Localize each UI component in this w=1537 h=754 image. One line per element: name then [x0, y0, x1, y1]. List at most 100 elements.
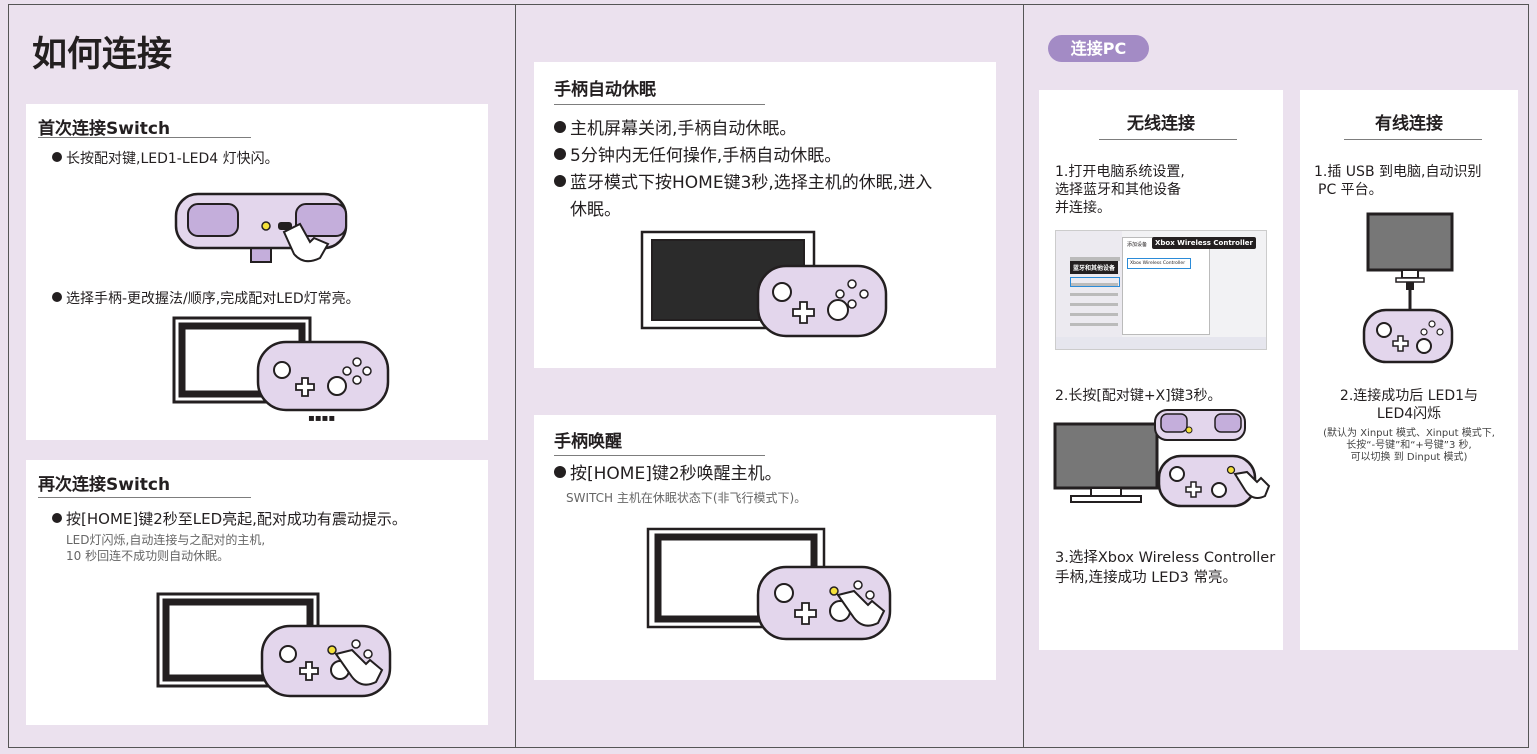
- wireless-heading: 无线连接: [1127, 114, 1195, 134]
- sleep-tv-controller-illustration: [640, 230, 888, 338]
- wired-card: 有线连接 1.插 USB 到电脑,自动识别 PC 平台。 2.连接成功后 LED…: [1300, 90, 1518, 650]
- wireless-step2: 2.长按[配对键+X]键3秒。: [1055, 388, 1222, 404]
- step-text: 长按配对键,LED1-LED4 灯快闪。: [66, 151, 279, 167]
- x-button-icon: [1226, 465, 1236, 475]
- column-divider-2: [1023, 4, 1024, 748]
- first-connect-step1: 长按配对键,LED1-LED4 灯快闪。: [52, 149, 279, 169]
- auto-sleep-card: 手柄自动休眠 主机屏幕关闭,手柄自动休眠。 5分钟内无任何操作,手柄自动休眠。 …: [534, 62, 996, 368]
- heading-rule: [38, 137, 251, 138]
- reconnect-step1: 按[HOME]键2秒至LED亮起,配对成功有震动提示。: [52, 508, 407, 529]
- sidebar-line: [1070, 303, 1118, 306]
- step-text: 1.打开电脑系统设置,: [1055, 164, 1185, 180]
- reconnect-note-2: 10 秒回连不成功则自动休眠。: [66, 549, 230, 563]
- pc-monitor-controller-illustration: [1053, 409, 1271, 508]
- face-button-icon: [835, 289, 845, 299]
- heading-rule: [554, 104, 765, 105]
- reconnect-heading: 再次连接Switch: [38, 475, 171, 495]
- face-button-icon: [847, 299, 857, 309]
- face-button-icon: [1428, 320, 1436, 328]
- bluetooth-settings-label: 蓝牙和其他设备: [1070, 261, 1119, 274]
- sidebar-line: [1070, 293, 1118, 296]
- wake-tv-controller-illustration: [646, 527, 892, 641]
- wired-step2: 2.连接成功后 LED1与 LED4闪烁: [1300, 387, 1518, 423]
- heading-rule: [554, 455, 765, 456]
- face-button-icon: [342, 366, 352, 376]
- home-button-icon: [327, 645, 337, 655]
- wired-heading: 有线连接: [1375, 114, 1443, 134]
- windows-settings-screenshot: 添加设备 Xbox Wireless Controller Xbox Wirel…: [1055, 230, 1267, 350]
- controller-top-view-illustration: [174, 192, 348, 263]
- item-text: 主机屏幕关闭,手柄自动休眠。: [570, 119, 797, 139]
- wired-note: (默认为 Xinput 模式、Xinput 模式下, 长按“-号键”和“+号键”…: [1300, 428, 1518, 464]
- wireless-step1: 1.打开电脑系统设置, 选择蓝牙和其他设备 并连接。: [1055, 163, 1185, 217]
- first-connect-step2: 选择手柄-更改握法/顺序,完成配对LED灯常亮。: [52, 289, 360, 309]
- note-text: (默认为 Xinput 模式、Xinput 模式下,: [1323, 428, 1495, 439]
- home-button-icon: [829, 586, 839, 596]
- controller-body: [756, 264, 888, 338]
- pc-monitor: [1366, 212, 1454, 272]
- shoulder-button: [1214, 413, 1242, 433]
- bullet-icon: [52, 292, 62, 302]
- monitor-stand: [1401, 269, 1419, 279]
- step-text: 并连接。: [1055, 200, 1111, 216]
- wake-card: 手柄唤醒 按[HOME]键2秒唤醒主机。 SWITCH 主机在休眠状态下(非飞行…: [534, 415, 996, 680]
- wake-item1: 按[HOME]键2秒唤醒主机。: [554, 461, 782, 488]
- reconnect-card: 再次连接Switch 按[HOME]键2秒至LED亮起,配对成功有震动提示。 L…: [26, 460, 488, 725]
- usb-plug-icon: [1406, 282, 1414, 290]
- face-button-icon: [362, 366, 372, 376]
- auto-sleep-item2: 5分钟内无任何操作,手柄自动休眠。: [554, 143, 841, 170]
- step-text: 按[HOME]键2秒至LED亮起,配对成功有震动提示。: [66, 510, 407, 528]
- wake-heading: 手柄唤醒: [554, 432, 622, 452]
- shoulder-button: [1160, 413, 1188, 433]
- face-button-icon: [352, 357, 362, 367]
- first-connect-card: 首次连接Switch 长按配对键,LED1-LED4 灯快闪。 选择手柄-更改握…: [26, 104, 488, 440]
- face-button-icon: [363, 649, 373, 659]
- face-button-icon: [352, 375, 362, 385]
- face-button-icon: [847, 279, 857, 289]
- left-stick-icon: [279, 645, 297, 663]
- taskbar: [1056, 337, 1266, 349]
- auto-sleep-heading: 手柄自动休眠: [554, 80, 656, 100]
- heading-rule: [1099, 139, 1237, 140]
- wireless-step3: 3.选择Xbox Wireless Controller 手柄,连接成功 LED…: [1055, 548, 1275, 588]
- face-button-icon: [853, 580, 863, 590]
- item-text: 蓝牙模式下按HOME键3秒,选择主机的休眠,进入: [570, 173, 933, 193]
- face-button-icon: [865, 590, 875, 600]
- wireless-card: 无线连接 1.打开电脑系统设置, 选择蓝牙和其他设备 并连接。 添加设备 Xbo…: [1039, 90, 1283, 650]
- left-stick-icon: [772, 282, 792, 302]
- auto-sleep-item1: 主机屏幕关闭,手柄自动休眠。: [554, 116, 796, 143]
- controller-body: [1362, 308, 1454, 364]
- note-text: 可以切换 到 Dinput 模式): [1350, 452, 1468, 463]
- auto-sleep-item3: 蓝牙模式下按HOME键3秒,选择主机的休眠,进入: [554, 170, 932, 197]
- page-title: 如何连接: [32, 35, 173, 75]
- step-text: 选择蓝牙和其他设备: [1055, 182, 1181, 198]
- pc-monitor: [1053, 422, 1159, 490]
- column-divider-1: [515, 4, 516, 748]
- bullet-icon: [52, 513, 62, 523]
- pairing-button-icon: [1185, 426, 1193, 434]
- auto-sleep-item3-cont: 休眠。: [570, 200, 621, 220]
- device-name-popup: Xbox Wireless Controller: [1152, 237, 1256, 249]
- heading-rule: [38, 497, 251, 498]
- switch-and-controller-illustration: [156, 592, 392, 698]
- item-text: 按[HOME]键2秒唤醒主机。: [570, 464, 782, 484]
- right-stick-icon: [1416, 338, 1432, 354]
- step-text: LED4闪烁: [1376, 406, 1442, 422]
- sidebar-selected-item: [1070, 277, 1120, 287]
- monitor-stand: [1090, 487, 1122, 497]
- switch-and-controller-illustration: ▪▪▪▪: [172, 316, 390, 424]
- usb-wired-illustration: [1362, 212, 1454, 364]
- bullet-icon: [554, 121, 566, 133]
- step-text: PC 平台。: [1318, 182, 1383, 198]
- first-connect-heading: 首次连接Switch: [38, 119, 171, 139]
- face-button-icon: [1420, 328, 1428, 336]
- face-button-icon: [859, 289, 869, 299]
- bullet-icon: [554, 175, 566, 187]
- step-text: 3.选择Xbox Wireless Controller: [1055, 550, 1276, 566]
- left-shoulder-button: [187, 203, 239, 237]
- settings-sidebar: [1056, 231, 1122, 349]
- device-list-item[interactable]: Xbox Wireless Controller: [1127, 258, 1191, 269]
- sidebar-line: [1070, 313, 1118, 316]
- right-stick-icon: [827, 299, 849, 321]
- bullet-icon: [554, 466, 566, 478]
